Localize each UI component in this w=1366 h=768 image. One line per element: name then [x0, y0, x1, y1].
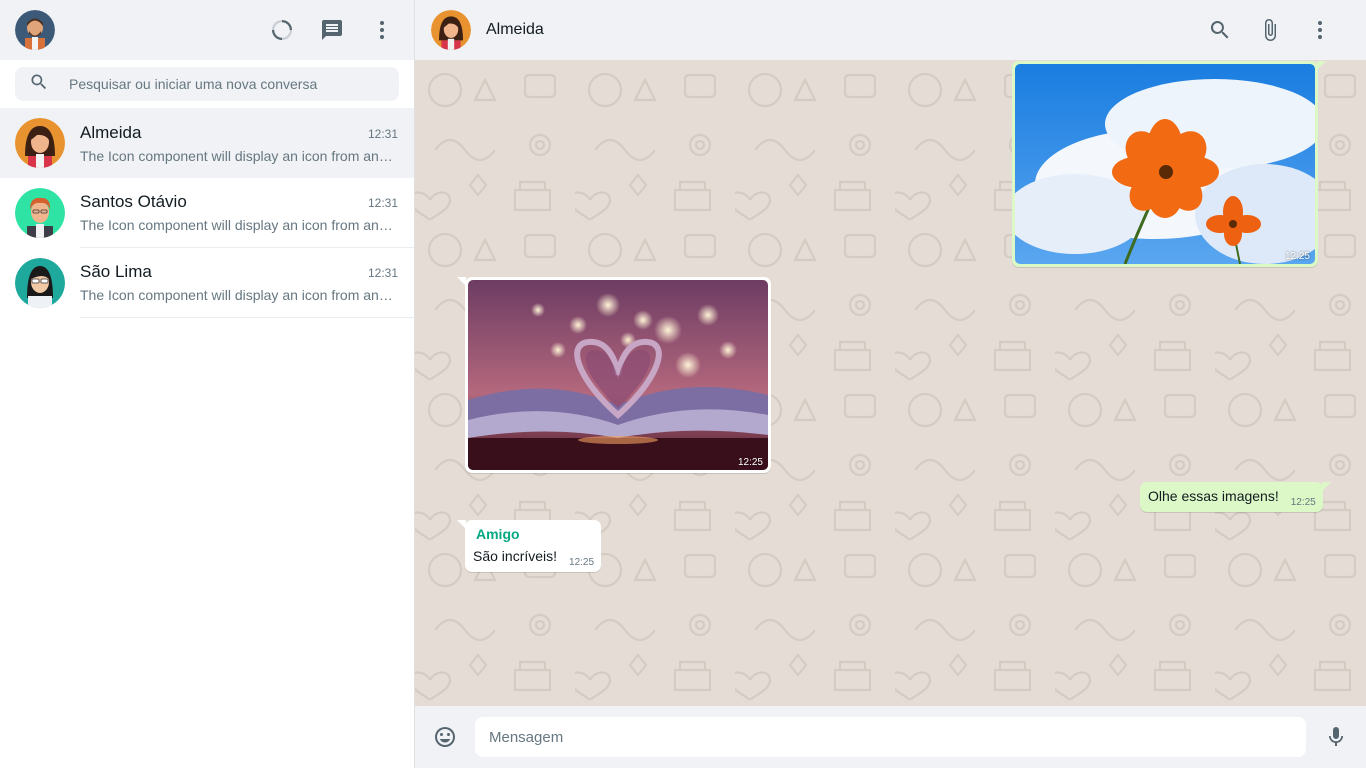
search-input[interactable]: [69, 76, 369, 92]
avatar: [15, 188, 65, 238]
chat-name: Santos Otávio: [80, 192, 187, 211]
whatsapp-app: Almeida 12:31 The Icon component will dis…: [0, 0, 1366, 768]
message-incoming-text[interactable]: Amigo São incríveis! 12:25: [457, 520, 602, 572]
avatar: [15, 258, 65, 308]
bubble-tail: [1317, 61, 1326, 70]
chat-item-santos-otavio[interactable]: Santos Otávio 12:31 The Icon component wi…: [0, 178, 414, 248]
bubble-tail: [457, 277, 466, 286]
message-input[interactable]: [475, 717, 1306, 757]
chat-time: 12:31: [367, 196, 398, 210]
search-icon[interactable]: [1208, 18, 1232, 42]
chat-preview: The Icon component will display an icon …: [80, 287, 397, 303]
chat-preview: The Icon component will display an icon …: [80, 147, 397, 164]
chat-time: 12:31: [367, 266, 398, 280]
contact-name[interactable]: Almeida: [486, 21, 544, 39]
chat-name: Almeida: [80, 122, 142, 142]
image-orange-flowers[interactable]: [1015, 64, 1315, 264]
conversation-header: Almeida: [415, 0, 1366, 60]
search-icon: [29, 72, 49, 97]
chat-item-almeida[interactable]: Almeida 12:31 The Icon component will dis…: [0, 108, 414, 178]
user-avatar[interactable]: [15, 10, 55, 50]
chat-preview: The Icon component will display an icon …: [80, 217, 397, 233]
composer: [415, 706, 1366, 768]
chat-time: 12:31: [367, 126, 398, 141]
search-bar: [0, 60, 414, 108]
bubble-tail: [457, 520, 466, 529]
new-chat-icon[interactable]: [320, 18, 344, 42]
message-sender: Amigo: [476, 526, 520, 542]
bubble-tail: [1321, 482, 1331, 491]
microphone-icon[interactable]: [1324, 725, 1348, 749]
menu-icon[interactable]: [1308, 18, 1332, 42]
message-outgoing-image[interactable]: 12:25: [1012, 61, 1326, 267]
message-time: 12:25: [1290, 497, 1316, 508]
menu-icon[interactable]: [370, 18, 394, 42]
message-text: Olhe essas imagens!: [1148, 488, 1279, 504]
conversation-panel: Almeida 12:25 12:25 Olhe essas imagens! …: [415, 0, 1366, 768]
message-text: São incríveis!: [473, 548, 558, 564]
message-outgoing-text[interactable]: Olhe essas imagens! 12:25: [1140, 482, 1331, 512]
sidebar-header: [0, 0, 414, 60]
chat-item-sao-lima[interactable]: São Lima 12:31 The Icon component will di…: [0, 248, 414, 318]
sidebar: Almeida 12:31 The Icon component will dis…: [0, 0, 415, 768]
message-time: 12:25: [569, 557, 595, 568]
status-icon[interactable]: [270, 18, 294, 42]
emoji-icon[interactable]: [433, 725, 457, 749]
chat-list: Almeida 12:31 The Icon component will dis…: [0, 108, 414, 768]
message-time: 12:25: [1284, 251, 1310, 262]
chat-name: São Lima: [80, 262, 152, 281]
message-area[interactable]: 12:25 12:25 Olhe essas imagens! 12:25 Am…: [415, 60, 1366, 706]
message-incoming-image[interactable]: 12:25: [457, 277, 771, 473]
contact-avatar[interactable]: [431, 10, 471, 50]
attach-icon[interactable]: [1258, 18, 1282, 42]
avatar: [15, 118, 65, 168]
image-heart-book[interactable]: [468, 280, 768, 470]
search-box[interactable]: [15, 67, 399, 101]
message-time: 12:25: [737, 457, 763, 468]
